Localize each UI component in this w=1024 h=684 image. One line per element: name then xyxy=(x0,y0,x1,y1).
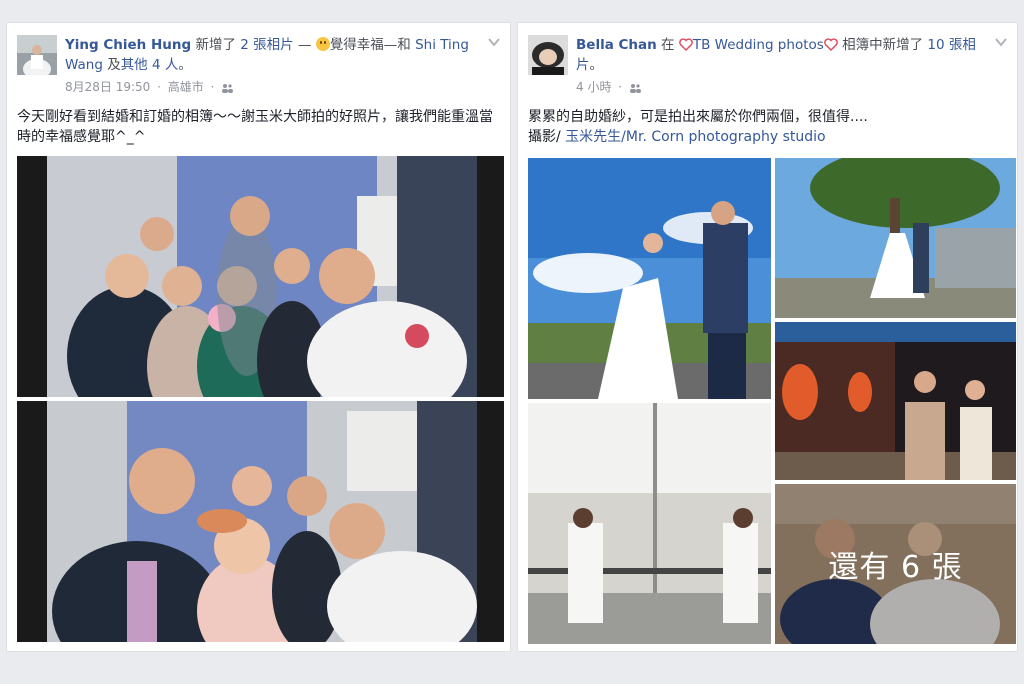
author-link[interactable]: Ying Chieh Hung xyxy=(65,37,191,53)
timestamp-link[interactable]: 4 小時 xyxy=(576,80,611,94)
photo-image xyxy=(17,401,504,642)
others-link[interactable]: 其他 4 人 xyxy=(121,57,179,73)
wedding-photo-night-street[interactable] xyxy=(775,322,1016,480)
period-text: 。 xyxy=(178,57,192,73)
avatar-image xyxy=(528,35,568,75)
group-selfie-photo-2[interactable] xyxy=(17,401,504,642)
photographer-link[interactable]: 玉米先生 xyxy=(565,129,621,145)
timestamp-link[interactable]: 8月28日 19:50 xyxy=(65,80,150,94)
wedding-photo-under-tree[interactable] xyxy=(775,158,1016,318)
heart-icon xyxy=(824,38,838,51)
post-meta: 4 小時 · xyxy=(576,78,641,95)
post-text-line-1: 累累的自助婚紗，可是拍出來屬於你們兩個，很值得.... xyxy=(528,109,868,125)
photo-image xyxy=(528,403,771,644)
photo-image xyxy=(775,322,1016,480)
more-photos-tile[interactable]: 還有 6 張 xyxy=(775,484,1016,644)
photo-count-link[interactable]: 2 張相片 xyxy=(240,37,293,53)
author-link[interactable]: Bella Chan xyxy=(576,37,657,53)
meta-separator: · xyxy=(618,80,623,94)
feeling-text: 覺得幸福 xyxy=(329,37,384,53)
credit-prefix: 攝影/ xyxy=(528,129,566,145)
post-text-line-2: 攝影/ 玉米先生/Mr. Corn photography studio xyxy=(528,127,1007,147)
post-text: 累累的自助婚紗，可是拍出來屬於你們兩個，很值得.... 攝影/ 玉米先生/Mr.… xyxy=(528,107,1007,147)
album-link[interactable]: TB Wedding photos xyxy=(693,37,824,53)
group-selfie-photo-1[interactable] xyxy=(17,156,504,397)
and-text: 及 xyxy=(107,57,121,73)
avatar[interactable] xyxy=(528,35,568,75)
photo-image xyxy=(17,156,504,397)
studio-text: /Mr. Corn photography studio xyxy=(621,129,826,145)
with-text: —和 xyxy=(383,37,411,53)
smile-emoji-icon xyxy=(315,37,330,51)
chevron-down-icon[interactable] xyxy=(995,37,1007,47)
in-text: 在 xyxy=(661,37,675,53)
album-suffix-text: 相簿中新增了 xyxy=(842,37,924,53)
more-photos-label: 還有 6 張 xyxy=(775,484,1016,644)
dash-text: — xyxy=(297,37,312,53)
wedding-photo-staircase[interactable] xyxy=(528,403,771,644)
action-text: 新增了 xyxy=(195,37,236,53)
photo-image xyxy=(775,158,1016,318)
period-text: 。 xyxy=(589,57,604,73)
post-card-bella-chan: Bella Chan 在 TB Wedding photos 相簿中新增了 10… xyxy=(517,22,1018,652)
wedding-photo-couple-walking[interactable] xyxy=(528,158,771,399)
avatar-image xyxy=(17,35,57,75)
meta-separator: · xyxy=(210,80,215,94)
post-header: Bella Chan 在 TB Wedding photos 相簿中新增了 10… xyxy=(576,35,987,75)
chevron-down-icon[interactable] xyxy=(488,37,500,47)
audience-friends-icon[interactable] xyxy=(221,83,234,93)
meta-separator: · xyxy=(157,80,161,94)
avatar[interactable] xyxy=(17,35,57,75)
heart-icon xyxy=(679,38,693,51)
post-text: 今天剛好看到結婚和訂婚的相簿～～謝玉米大師拍的好照片，讓我們能重溫當時的幸福感覺… xyxy=(17,109,493,145)
location-link[interactable]: 高雄市 xyxy=(168,80,204,94)
photo-image xyxy=(528,158,771,399)
post-header: Ying Chieh Hung 新增了 2 張相片 — 覺得幸福—和 Shi T… xyxy=(65,35,480,75)
audience-friends-icon[interactable] xyxy=(629,83,641,93)
post-meta: 8月28日 19:50 · 高雄市 · xyxy=(65,78,234,95)
post-card-ying-chieh-hung: Ying Chieh Hung 新增了 2 張相片 — 覺得幸福—和 Shi T… xyxy=(6,22,511,652)
